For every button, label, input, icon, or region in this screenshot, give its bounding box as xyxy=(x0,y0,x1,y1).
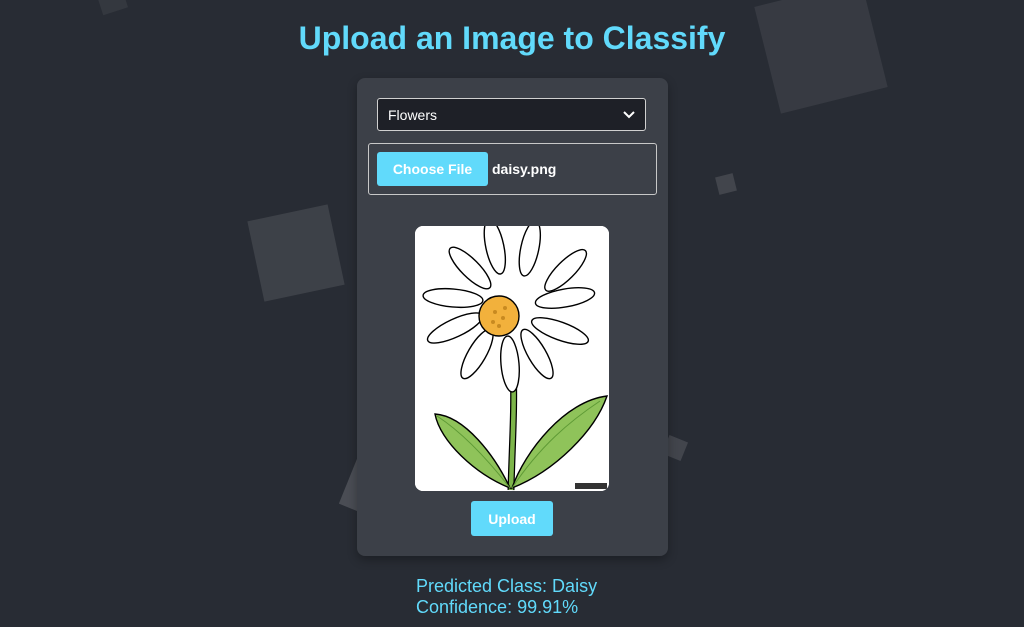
chevron-down-icon xyxy=(623,109,635,121)
predicted-class: Predicted Class: Daisy xyxy=(416,576,598,596)
category-select-value: Flowers xyxy=(388,106,438,123)
file-input[interactable]: Choose File daisy.png xyxy=(368,143,657,195)
category-select[interactable]: Flowers xyxy=(377,98,646,131)
background-square xyxy=(247,204,345,302)
daisy-image xyxy=(415,226,609,491)
confidence: Confidence: 99.91% xyxy=(416,597,579,617)
background-square xyxy=(715,173,737,195)
prediction-result: Predicted Class: Daisy Confidence: 99.91… xyxy=(416,576,597,618)
upload-panel: Flowers Choose File daisy.png Upload xyxy=(357,78,668,556)
image-preview xyxy=(415,226,609,491)
upload-button[interactable]: Upload xyxy=(471,501,553,536)
page-title: Upload an Image to Classify xyxy=(298,20,726,56)
selected-file-name: daisy.png xyxy=(492,161,557,177)
choose-file-button[interactable]: Choose File xyxy=(377,152,488,186)
background-square xyxy=(94,0,128,16)
